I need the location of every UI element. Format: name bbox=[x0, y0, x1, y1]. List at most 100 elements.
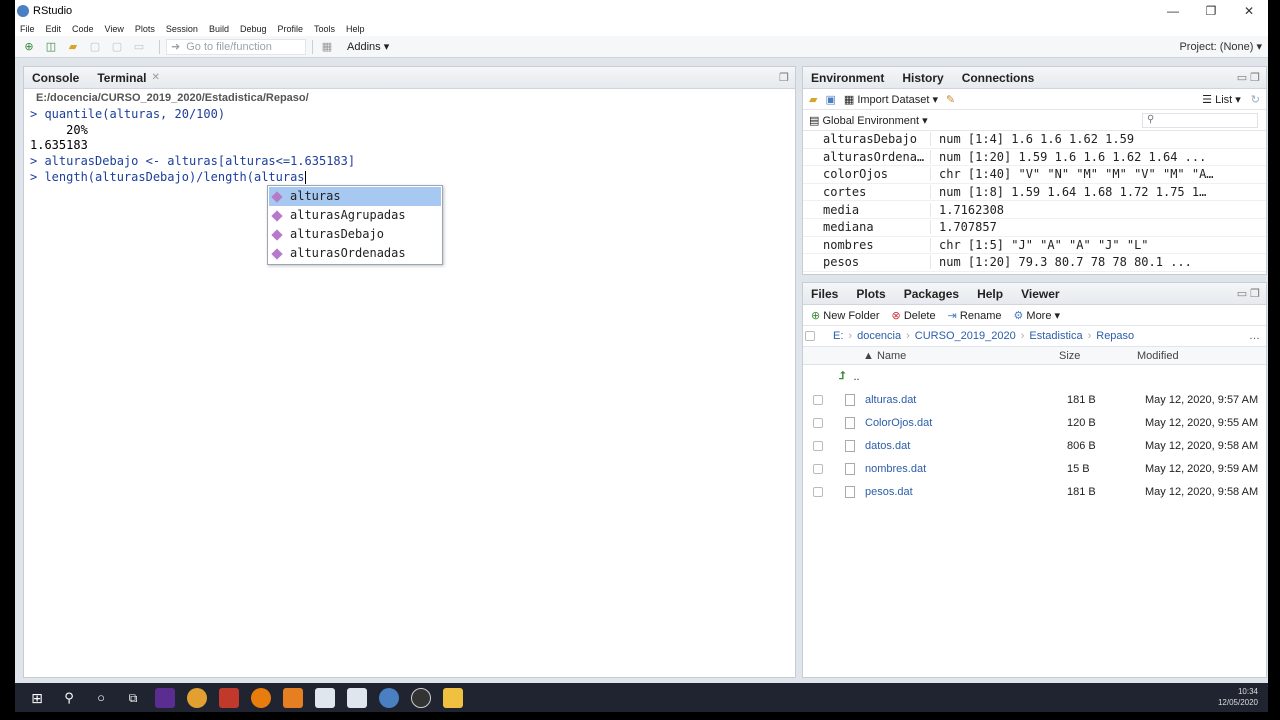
column-modified[interactable]: Modified bbox=[1137, 350, 1179, 362]
menu-build[interactable]: Build bbox=[209, 24, 229, 34]
table-row[interactable]: alturasOrdena… num [1:20] 1.59 1.6 1.6 1.… bbox=[803, 149, 1266, 167]
column-size[interactable]: Size bbox=[1059, 350, 1137, 362]
windows-start-icon[interactable]: ⊞ bbox=[27, 688, 47, 708]
new-project-icon[interactable]: ◫ bbox=[43, 40, 59, 54]
breadcrumb-item[interactable]: Repaso bbox=[1096, 330, 1134, 342]
console-output[interactable]: > quantile(alturas, 20/100) 20% 1.635183… bbox=[24, 107, 795, 265]
tab-files[interactable]: Files bbox=[811, 287, 838, 301]
restore-pane-icon[interactable]: ❐ bbox=[779, 71, 789, 84]
menu-edit[interactable]: Edit bbox=[46, 24, 62, 34]
file-checkbox[interactable] bbox=[813, 440, 823, 451]
menu-plots[interactable]: Plots bbox=[135, 24, 155, 34]
file-row[interactable]: alturas.dat 181 B May 12, 2020, 9:57 AM bbox=[803, 388, 1266, 411]
new-folder-button[interactable]: ⊕ New Folder bbox=[811, 309, 880, 322]
goto-file-input[interactable]: ➜ Go to file/function bbox=[166, 38, 306, 55]
table-row[interactable]: mediana 1.707857 bbox=[803, 219, 1266, 237]
environment-search-input[interactable]: ⚲ bbox=[1142, 113, 1258, 128]
autocomplete-item[interactable]: alturasAgrupadas bbox=[269, 206, 441, 225]
table-row[interactable]: pesos num [1:20] 79.3 80.7 78 78 80.1 ... bbox=[803, 254, 1266, 272]
autocomplete-item[interactable]: alturasOrdenadas bbox=[269, 244, 441, 263]
close-button[interactable]: ✕ bbox=[1230, 0, 1268, 22]
file-name[interactable]: ColorOjos.dat bbox=[865, 417, 1067, 429]
maximize-button[interactable]: ❐ bbox=[1192, 0, 1230, 22]
file-name[interactable]: nombres.dat bbox=[865, 463, 1067, 475]
app-icon[interactable] bbox=[347, 687, 367, 708]
open-file-icon[interactable]: ▰ bbox=[65, 40, 81, 54]
console-input-line[interactable]: > length(alturasDebajo)/length(alturas bbox=[30, 170, 795, 186]
menu-help[interactable]: Help bbox=[346, 24, 365, 34]
column-name[interactable]: ▲ Name bbox=[863, 350, 1059, 362]
rename-button[interactable]: ⇥ Rename bbox=[948, 309, 1002, 322]
tab-history[interactable]: History bbox=[902, 71, 943, 85]
file-checkbox[interactable] bbox=[813, 417, 823, 428]
menu-code[interactable]: Code bbox=[72, 24, 94, 34]
tab-connections[interactable]: Connections bbox=[962, 71, 1035, 85]
menu-view[interactable]: View bbox=[105, 24, 124, 34]
table-row[interactable]: media 1.7162308 bbox=[803, 201, 1266, 219]
chrome-icon[interactable] bbox=[187, 687, 207, 708]
search-icon[interactable]: ⚲ bbox=[59, 688, 79, 708]
file-row[interactable]: pesos.dat 181 B May 12, 2020, 9:58 AM bbox=[803, 480, 1266, 503]
table-row[interactable]: cortes num [1:8] 1.59 1.64 1.68 1.72 1.75… bbox=[803, 184, 1266, 202]
import-dataset-button[interactable]: ▦ Import Dataset ▾ bbox=[844, 93, 938, 106]
file-name[interactable]: alturas.dat bbox=[865, 394, 1067, 406]
addins-menu[interactable]: Addins ▾ bbox=[347, 40, 389, 53]
excel-icon[interactable] bbox=[283, 687, 303, 708]
menu-debug[interactable]: Debug bbox=[240, 24, 267, 34]
new-file-icon[interactable]: ⊕ bbox=[21, 40, 37, 54]
refresh-icon[interactable]: ↻ bbox=[1251, 93, 1260, 106]
file-row[interactable]: datos.dat 806 B May 12, 2020, 9:58 AM bbox=[803, 434, 1266, 457]
save-all-icon[interactable]: ▢ bbox=[109, 40, 125, 54]
parent-directory-row[interactable]: ⮥ .. bbox=[803, 365, 1266, 388]
more-path-icon[interactable]: … bbox=[1249, 330, 1260, 342]
tab-plots[interactable]: Plots bbox=[856, 287, 885, 301]
cortana-icon[interactable]: ○ bbox=[91, 688, 111, 708]
tab-help[interactable]: Help bbox=[977, 287, 1003, 301]
task-view-icon[interactable]: ⧉ bbox=[123, 688, 143, 708]
breadcrumb-item[interactable]: Estadistica bbox=[1029, 330, 1082, 342]
scope-selector[interactable]: ▤ Global Environment ▾ bbox=[809, 114, 928, 127]
file-explorer-icon[interactable] bbox=[443, 687, 463, 708]
menu-tools[interactable]: Tools bbox=[314, 24, 335, 34]
delete-button[interactable]: ⊗ Delete bbox=[892, 309, 936, 322]
file-row[interactable]: nombres.dat 15 B May 12, 2020, 9:59 AM bbox=[803, 457, 1266, 480]
autocomplete-item[interactable]: alturasDebajo bbox=[269, 225, 441, 244]
maximize-pane-icon[interactable]: ▭ ❐ bbox=[1237, 71, 1260, 84]
image-editor-icon[interactable] bbox=[219, 687, 239, 708]
obs-icon[interactable] bbox=[411, 687, 431, 708]
project-menu[interactable]: Project: (None) ▾ bbox=[1179, 40, 1262, 53]
select-all-checkbox[interactable] bbox=[805, 331, 815, 341]
file-checkbox[interactable] bbox=[813, 486, 823, 497]
breadcrumb-item[interactable]: docencia bbox=[857, 330, 901, 342]
file-name[interactable]: datos.dat bbox=[865, 440, 1067, 452]
menu-session[interactable]: Session bbox=[166, 24, 198, 34]
table-row[interactable]: colorOjos chr [1:40] "V" "N" "M" "M" "V" … bbox=[803, 166, 1266, 184]
file-checkbox[interactable] bbox=[813, 394, 823, 405]
more-button[interactable]: ⚙ More ▾ bbox=[1013, 309, 1060, 322]
tab-console[interactable]: Console bbox=[32, 71, 79, 85]
table-row[interactable]: alturasDebajo num [1:4] 1.6 1.6 1.62 1.59 bbox=[803, 131, 1266, 149]
grid-layout-icon[interactable]: ▦ bbox=[319, 40, 335, 54]
file-name[interactable]: pesos.dat bbox=[865, 486, 1067, 498]
autocomplete-item[interactable]: alturas bbox=[269, 187, 441, 206]
tab-terminal[interactable]: Terminal ✕ bbox=[97, 71, 160, 85]
menu-profile[interactable]: Profile bbox=[278, 24, 304, 34]
maximize-pane-icon[interactable]: ▭ ❐ bbox=[1237, 287, 1260, 300]
save-icon[interactable]: ▢ bbox=[87, 40, 103, 54]
save-workspace-icon[interactable]: ▣ bbox=[825, 93, 835, 106]
blender-icon[interactable] bbox=[251, 687, 271, 708]
file-checkbox[interactable] bbox=[813, 463, 823, 474]
table-row[interactable]: nombres chr [1:5] "J" "A" "A" "J" "L" bbox=[803, 237, 1266, 255]
minimize-button[interactable]: — bbox=[1154, 0, 1192, 22]
notes-icon[interactable] bbox=[315, 687, 335, 708]
load-workspace-icon[interactable]: ▰ bbox=[809, 93, 817, 106]
breadcrumb-item[interactable]: E: bbox=[833, 330, 843, 342]
visual-studio-icon[interactable] bbox=[155, 687, 175, 708]
system-clock[interactable]: 10:34 12/05/2020 bbox=[1218, 686, 1258, 708]
list-view-button[interactable]: ☰ List ▾ bbox=[1202, 93, 1241, 106]
rstudio-icon[interactable] bbox=[379, 687, 399, 708]
close-tab-icon[interactable]: ✕ bbox=[151, 72, 159, 83]
tab-viewer[interactable]: Viewer bbox=[1021, 287, 1059, 301]
print-icon[interactable]: ▭ bbox=[131, 40, 147, 54]
breadcrumb-item[interactable]: CURSO_2019_2020 bbox=[915, 330, 1016, 342]
